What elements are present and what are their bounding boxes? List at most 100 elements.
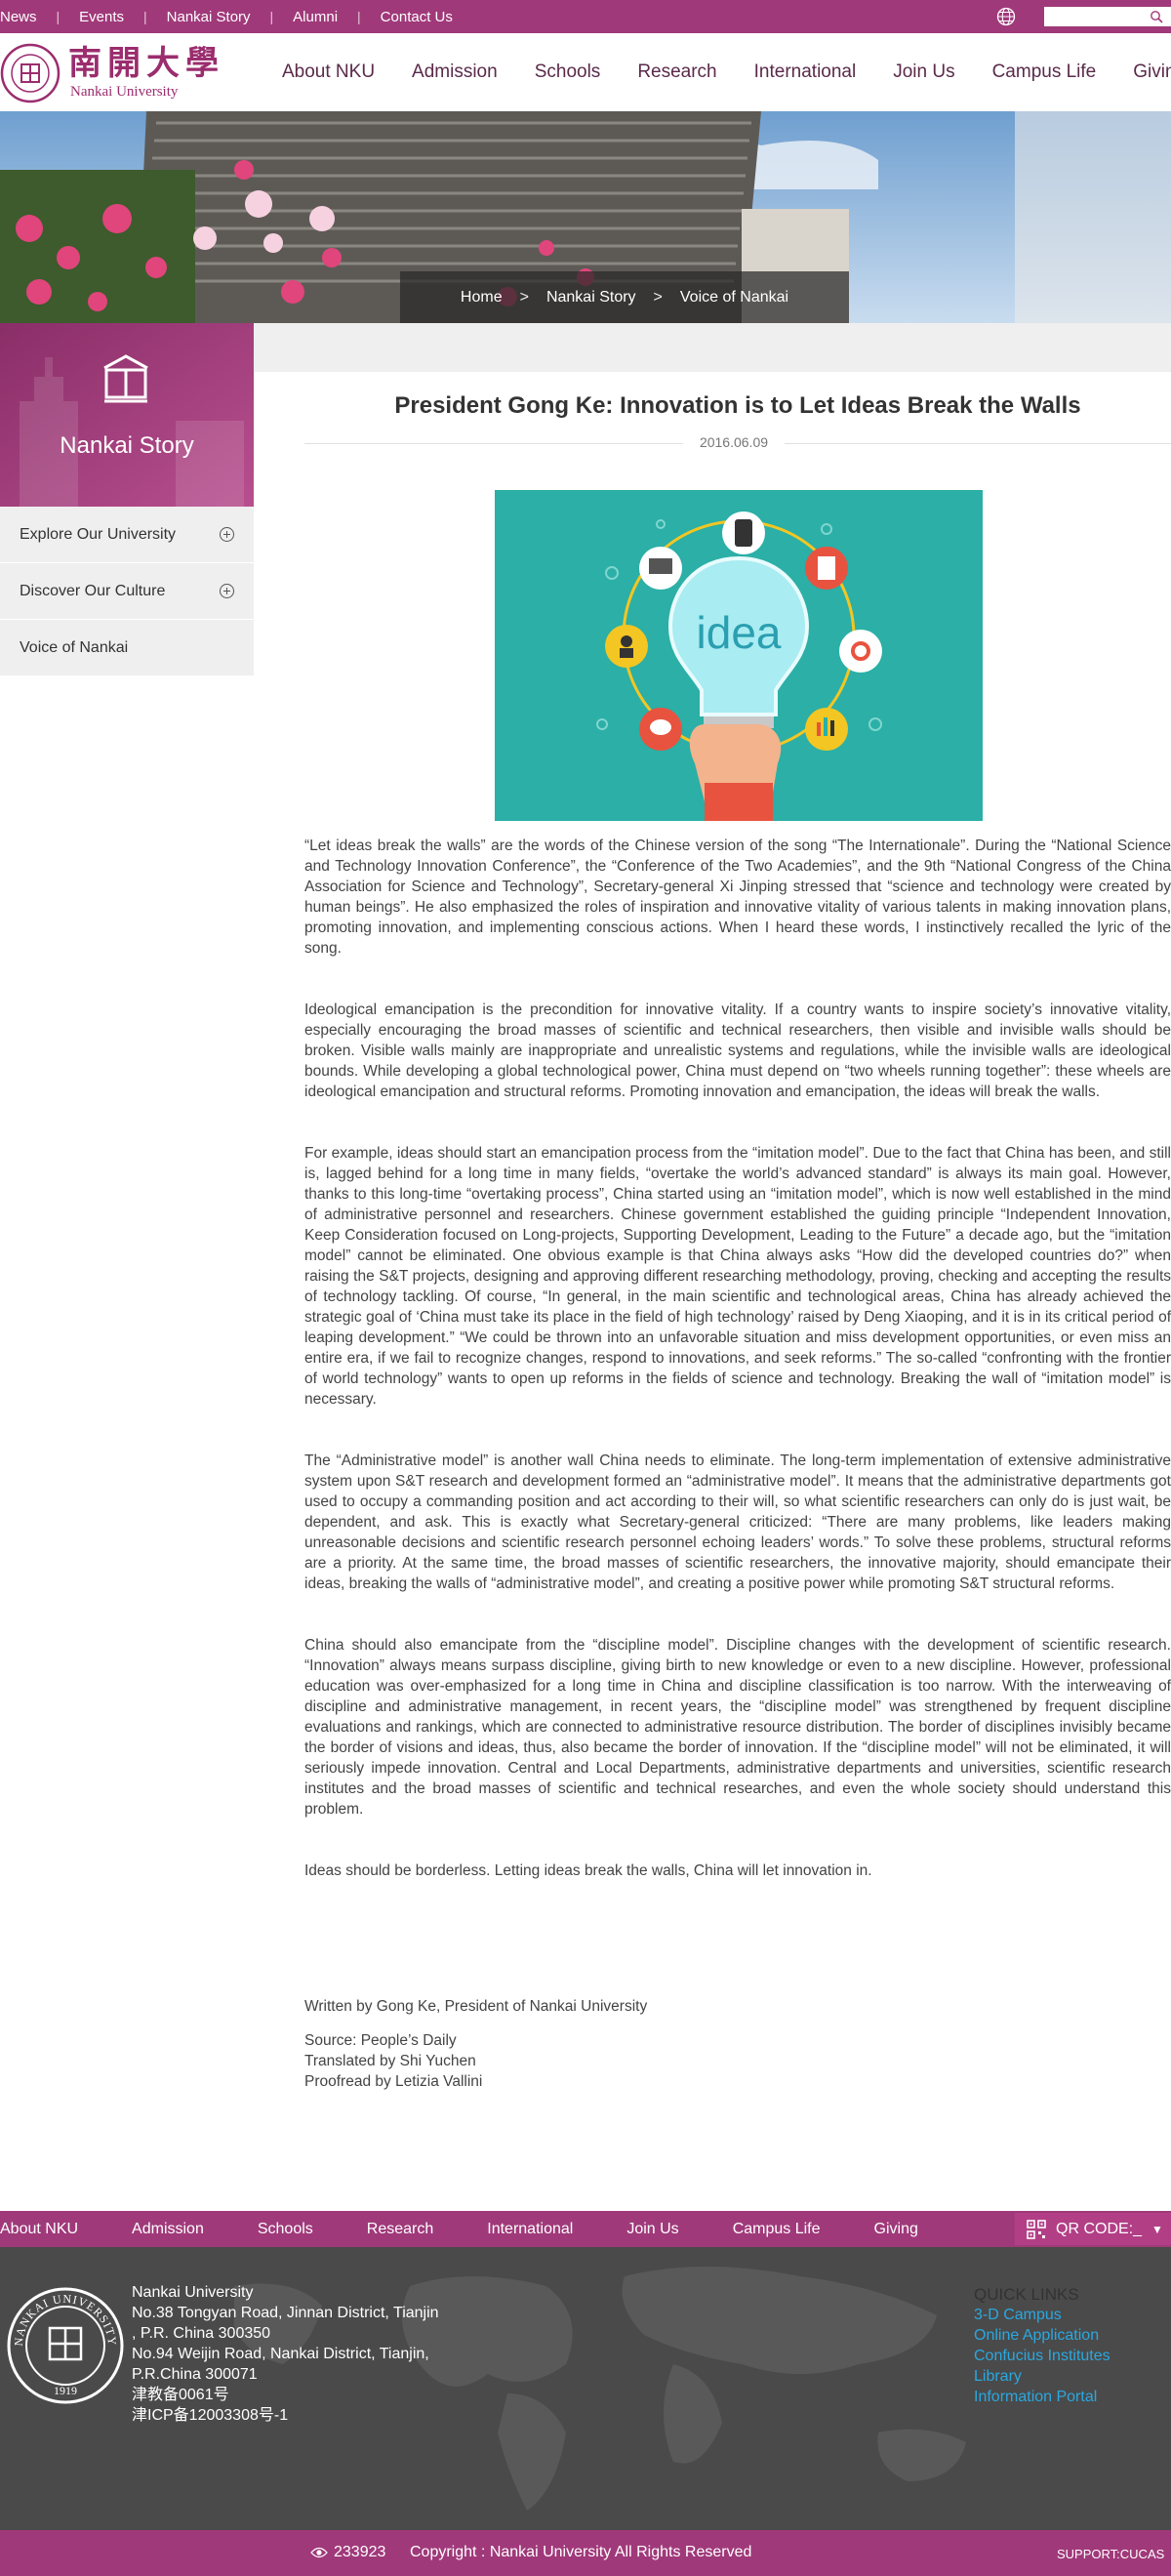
proofreader-line: Proofread by Letizia Vallini [304, 2073, 483, 2090]
sidebar-menu: Explore Our University Discover Our Cult… [0, 507, 254, 676]
sidebar-item-voice-of-nankai[interactable]: Voice of Nankai [0, 620, 254, 676]
article-paragraph: “Let ideas break the walls” are the word… [304, 838, 1171, 957]
nav-campus-life[interactable]: Campus Life [992, 61, 1097, 83]
address-line: No.38 Tongyan Road, Jinnan District, Tia… [132, 2305, 439, 2321]
breadcrumb-separator: > [653, 288, 663, 306]
article-paragraph: China should also emancipate from the “d… [304, 1637, 1171, 1818]
quick-link-information-portal[interactable]: Information Portal [974, 2387, 1110, 2407]
address-line: P.R.China 300071 [132, 2366, 258, 2383]
separator: | [143, 9, 147, 24]
sidebar-hero: Nankai Story [0, 323, 254, 507]
utility-link-news[interactable]: News [0, 9, 37, 25]
university-logo[interactable]: 南開大學 Nankai University [0, 43, 224, 103]
search-box [1044, 7, 1171, 26]
copyright-text: Copyright : Nankai University All Rights… [410, 2544, 752, 2560]
address-line: No.94 Weijin Road, Nankai District, Tian… [132, 2346, 429, 2362]
address-line: Nankai University [132, 2284, 254, 2301]
footer-nav-schools[interactable]: Schools [258, 2221, 313, 2238]
top-utility-bar: News | Events | Nankai Story | Alumni | … [0, 0, 1171, 33]
footer-nav-international[interactable]: International [487, 2221, 573, 2238]
support-credit[interactable]: SUPPORT:CUCAS [1057, 2547, 1164, 2561]
qr-code-icon [1027, 2219, 1046, 2239]
sidebar-item-discover-our-culture[interactable]: Discover Our Culture [0, 563, 254, 620]
separator: | [269, 9, 274, 24]
footer-nav-about-nku[interactable]: About NKU [0, 2221, 78, 2238]
visit-count: 233923 [334, 2544, 386, 2560]
sidebar-title: Nankai Story [60, 432, 194, 459]
sidebar-item-label: Voice of Nankai [20, 638, 129, 656]
author-line: Written by Gong Ke, President of Nankai … [304, 1998, 648, 2015]
utility-link-alumni[interactable]: Alumni [293, 9, 338, 25]
qr-code-label: QR CODE:_ [1056, 2220, 1143, 2237]
breadcrumb-nankai-story[interactable]: Nankai Story [546, 289, 636, 307]
site-header: 南開大學 Nankai University About NKU Admissi… [0, 33, 1171, 111]
logo-chinese-name: 南開大學 [68, 46, 224, 82]
qr-code-dropdown[interactable]: QR CODE:_ ▼ [1015, 2213, 1171, 2245]
search-icon[interactable] [1150, 10, 1163, 23]
idea-lightbulb-illustration: idea [495, 490, 983, 821]
footer-nav: About NKU Admission Schools Research Int… [0, 2211, 1171, 2247]
footer-nav-campus-life[interactable]: Campus Life [733, 2221, 821, 2238]
nav-about-nku[interactable]: About NKU [282, 61, 375, 83]
utility-links: News | Events | Nankai Story | Alumni | … [0, 0, 453, 33]
article-date: 2016.06.09 [683, 434, 785, 450]
utility-link-contact-us[interactable]: Contact Us [381, 9, 453, 25]
article-image: idea [495, 490, 983, 821]
address-line: 津教备0061号 [132, 2387, 229, 2403]
quick-links: QUICK LINKS 3-D Campus Online Applicatio… [974, 2284, 1110, 2407]
emblem-year: 1919 [54, 2384, 77, 2397]
translator-line: Translated by Shi Yuchen [304, 2053, 476, 2069]
address-line: , P.R. China 300350 [132, 2325, 271, 2342]
article-body: “Let ideas break the walls” are the word… [304, 836, 1171, 1922]
separator: | [56, 9, 61, 24]
nav-join-us[interactable]: Join Us [893, 61, 954, 83]
separator: | [357, 9, 361, 24]
page-banner: Home > Nankai Story > Voice of Nankai [0, 111, 1171, 323]
nav-research[interactable]: Research [637, 61, 716, 83]
article-title: President Gong Ke: Innovation is to Let … [394, 392, 1081, 419]
nav-giving[interactable]: Giving [1133, 61, 1171, 83]
university-emblem: NANKAI UNIVERSITY 1919 [7, 2287, 124, 2404]
logo-english-name: Nankai University [70, 84, 179, 100]
expand-plus-icon[interactable] [220, 527, 234, 542]
footer-nav-admission[interactable]: Admission [132, 2221, 204, 2238]
article-paragraph: Ideological emancipation is the precondi… [304, 1002, 1171, 1100]
address-line: 津ICP备12003308号-1 [132, 2407, 289, 2424]
book-icon [103, 354, 148, 403]
content-top-band [254, 323, 1171, 372]
article-paragraph: The “Administrative model” is another wa… [304, 1452, 1171, 1592]
quick-link-3d-campus[interactable]: 3-D Campus [974, 2305, 1110, 2325]
image-idea-word: idea [697, 607, 782, 658]
site-footer: NANKAI UNIVERSITY 1919 Nankai University… [0, 2247, 1171, 2530]
sidebar-item-explore-our-university[interactable]: Explore Our University [0, 507, 254, 563]
seal-icon [0, 43, 61, 103]
expand-plus-icon[interactable] [220, 584, 234, 598]
breadcrumb: Home > Nankai Story > Voice of Nankai [400, 271, 849, 323]
footer-nav-giving[interactable]: Giving [874, 2221, 918, 2238]
nav-schools[interactable]: Schools [535, 61, 601, 83]
footer-nav-join-us[interactable]: Join Us [626, 2221, 678, 2238]
article-credits: Written by Gong Ke, President of Nankai … [304, 1996, 890, 2092]
globe-icon[interactable] [995, 6, 1017, 27]
quick-link-online-application[interactable]: Online Application [974, 2325, 1110, 2346]
eye-icon [310, 2547, 328, 2558]
footer-address: Nankai University No.38 Tongyan Road, Ji… [132, 2282, 454, 2426]
nav-admission[interactable]: Admission [412, 61, 498, 83]
copyright-bar: 233923 Copyright : Nankai University All… [0, 2530, 1171, 2576]
search-input[interactable] [1044, 7, 1142, 26]
breadcrumb-home[interactable]: Home [461, 289, 503, 307]
breadcrumb-separator: > [519, 288, 529, 306]
chevron-down-icon: ▼ [1151, 2222, 1163, 2236]
breadcrumb-voice-of-nankai[interactable]: Voice of Nankai [680, 289, 788, 307]
article-paragraph: Ideas should be borderless. Letting idea… [304, 1862, 872, 1879]
utility-link-events[interactable]: Events [79, 9, 124, 25]
quick-links-title: QUICK LINKS [974, 2285, 1079, 2304]
nav-international[interactable]: International [754, 61, 857, 83]
quick-link-confucius-institutes[interactable]: Confucius Institutes [974, 2346, 1110, 2366]
article-paragraph: For example, ideas should start an emanc… [304, 1145, 1171, 1408]
quick-link-library[interactable]: Library [974, 2366, 1110, 2387]
utility-link-nankai-story[interactable]: Nankai Story [167, 9, 251, 25]
footer-nav-research[interactable]: Research [367, 2221, 433, 2238]
sidebar-item-label: Discover Our Culture [20, 582, 166, 599]
sidebar-item-label: Explore Our University [20, 525, 177, 543]
